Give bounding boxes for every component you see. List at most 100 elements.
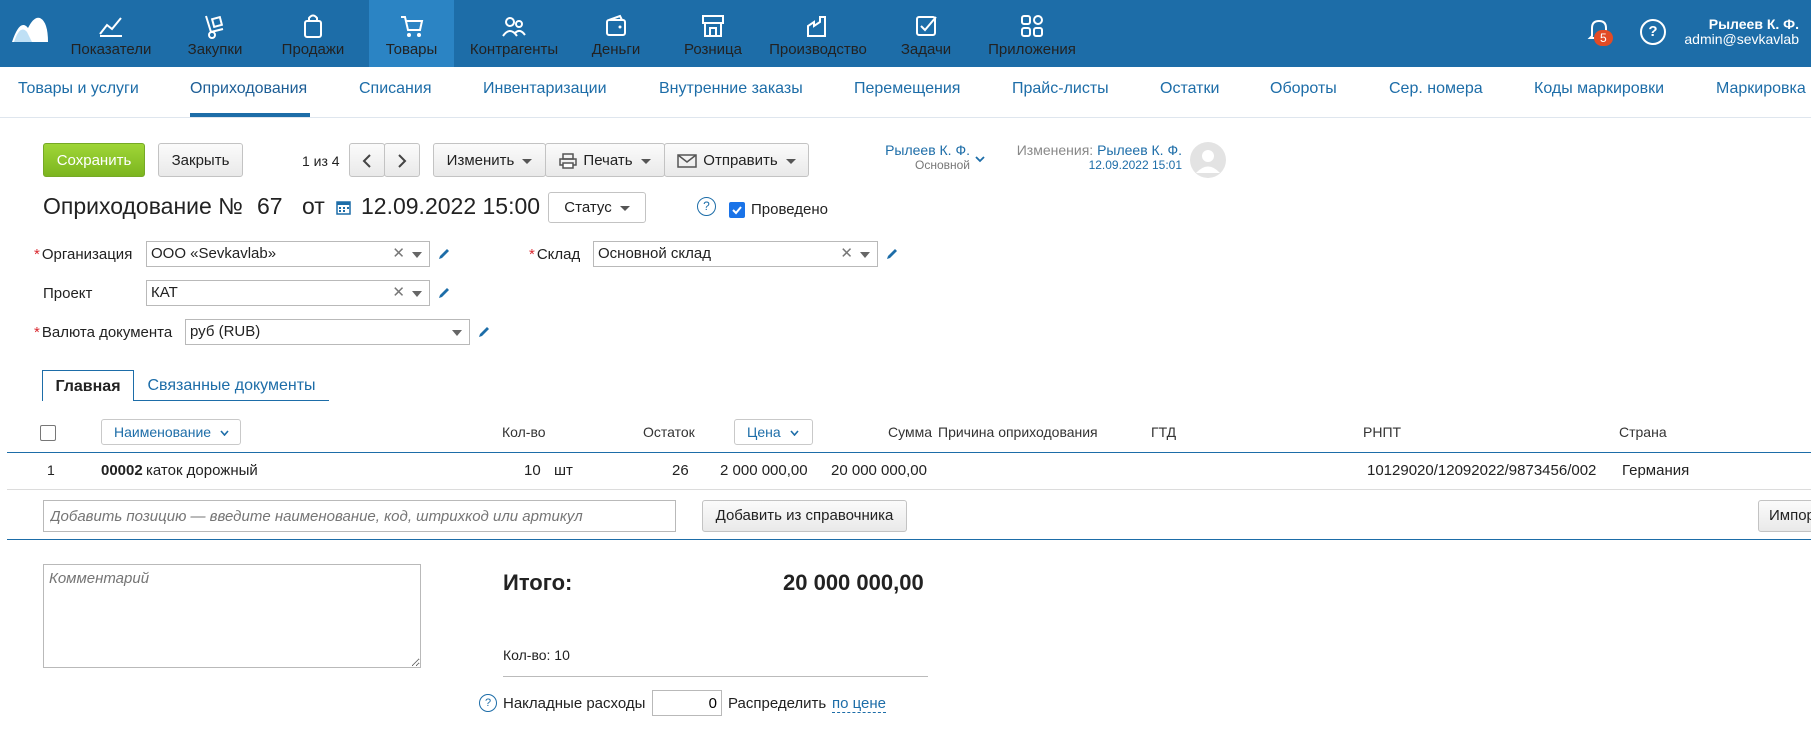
- subnav-stock[interactable]: Остатки: [1160, 80, 1219, 98]
- owner-selector[interactable]: Рылеев К. Ф. Основной: [870, 143, 970, 173]
- subnav-marking[interactable]: Маркировка: [1716, 80, 1806, 98]
- currency-value: руб (RUB): [190, 323, 261, 340]
- store-icon: [702, 15, 724, 37]
- project-label: Проект: [43, 285, 93, 302]
- pencil-icon[interactable]: [885, 247, 899, 261]
- pencil-icon[interactable]: [437, 286, 451, 300]
- print-dropdown-button[interactable]: Печать: [545, 143, 665, 177]
- dropdown-arrow-icon[interactable]: [860, 252, 870, 258]
- pager-text: 1 из 4: [302, 153, 340, 169]
- subnav-price-lists[interactable]: Прайс-листы: [1012, 80, 1109, 98]
- warehouse-select[interactable]: Основной склад ✕: [593, 241, 878, 267]
- status-dropdown[interactable]: Статус: [548, 192, 646, 223]
- column-stock: Остаток: [643, 424, 695, 440]
- dropdown-arrow-icon[interactable]: [412, 291, 422, 297]
- nav-retail[interactable]: Розница: [671, 0, 755, 67]
- prev-button[interactable]: [349, 143, 385, 177]
- chart-line-icon: [99, 17, 122, 37]
- subnav-transfers[interactable]: Перемещения: [854, 80, 960, 98]
- posted-label: Проведено: [751, 201, 828, 218]
- changes-info: Изменения: Рылеев К. Ф. 12.09.2022 15:01: [1000, 143, 1182, 173]
- nav-production[interactable]: Производство: [768, 0, 868, 67]
- comment-textarea[interactable]: [43, 564, 421, 668]
- users-icon: [502, 17, 526, 37]
- clear-icon[interactable]: ✕: [840, 242, 853, 266]
- subnav-internal-orders[interactable]: Внутренние заказы: [659, 80, 803, 98]
- currency-label: * Валюта документа: [34, 324, 173, 341]
- subnav-turnover[interactable]: Обороты: [1270, 80, 1337, 98]
- help-icon[interactable]: ?: [697, 197, 716, 216]
- nav-indicators[interactable]: Показатели: [70, 0, 152, 67]
- send-dropdown-button[interactable]: Отправить: [664, 143, 809, 177]
- subnav-marking-codes[interactable]: Коды маркировки: [1534, 80, 1664, 98]
- nav-money[interactable]: Деньги: [576, 0, 656, 67]
- column-name-sort[interactable]: Наименование: [101, 419, 241, 445]
- org-label: * Организация: [34, 246, 133, 263]
- pencil-icon[interactable]: [437, 247, 451, 261]
- project-select[interactable]: КАТ ✕: [146, 280, 430, 306]
- overhead-input[interactable]: [652, 690, 722, 716]
- shopping-bag-icon: [304, 14, 322, 38]
- row-rnpt[interactable]: 10129020/12092022/9873456/002: [1367, 462, 1596, 479]
- select-all-checkbox[interactable]: [40, 425, 56, 441]
- user-email: admin@sevkavlab: [1684, 31, 1799, 47]
- subnav-inventories[interactable]: Инвентаризации: [483, 80, 607, 98]
- help-icon[interactable]: ?: [1640, 19, 1666, 45]
- calendar-icon[interactable]: [336, 199, 351, 215]
- caret-down-icon: [640, 158, 651, 164]
- document-date[interactable]: 12.09.2022 15:00: [361, 193, 540, 220]
- distribute-by-price-link[interactable]: по цене: [832, 695, 887, 713]
- document-number[interactable]: 67: [257, 193, 283, 220]
- logo-icon[interactable]: [10, 14, 50, 44]
- factory-icon: [807, 16, 826, 37]
- nav-goods[interactable]: Товары: [369, 0, 454, 67]
- chevron-down-icon[interactable]: [975, 155, 985, 163]
- posted-checkbox[interactable]: [729, 202, 745, 218]
- caret-down-icon: [522, 158, 533, 164]
- subnav-receipts[interactable]: Оприходования: [190, 80, 307, 98]
- checkbox-task-icon: [916, 16, 937, 36]
- edit-dropdown-button[interactable]: Изменить: [433, 143, 546, 177]
- changes-user[interactable]: Рылеев К. Ф.: [1097, 142, 1182, 158]
- nav-apps[interactable]: Приложения: [984, 0, 1080, 67]
- envelope-icon: [677, 154, 698, 168]
- save-button[interactable]: Сохранить: [43, 143, 145, 177]
- print-label: Печать: [583, 152, 633, 169]
- avatar: [1190, 142, 1226, 178]
- import-button[interactable]: Импор: [1758, 500, 1811, 532]
- apps-grid-icon: [1021, 15, 1043, 37]
- dropdown-arrow-icon[interactable]: [452, 330, 462, 336]
- user-menu[interactable]: Рылеев К. Ф. admin@sevkavlab: [1684, 17, 1799, 47]
- row-country[interactable]: Германия: [1622, 462, 1689, 479]
- row-qty[interactable]: 10: [524, 462, 541, 479]
- product-name[interactable]: каток дорожный: [146, 462, 258, 479]
- column-price-sort[interactable]: Цена: [734, 419, 813, 445]
- nav-contractors[interactable]: Контрагенты: [468, 0, 560, 67]
- row-price[interactable]: 2 000 000,00: [720, 462, 808, 479]
- dropdown-arrow-icon[interactable]: [412, 252, 422, 258]
- subnav-write-offs[interactable]: Списания: [359, 80, 432, 98]
- org-select[interactable]: ООО «Sevkavlab» ✕: [146, 241, 430, 267]
- clear-icon[interactable]: ✕: [392, 281, 405, 305]
- column-price-label: Цена: [747, 424, 781, 440]
- subnav-goods-services[interactable]: Товары и услуги: [18, 80, 139, 98]
- subnav-serial-numbers[interactable]: Сер. номера: [1389, 80, 1483, 98]
- caret-down-icon: [785, 158, 796, 164]
- help-icon[interactable]: ?: [479, 694, 497, 712]
- add-position-input[interactable]: [43, 500, 676, 532]
- pencil-icon[interactable]: [477, 325, 491, 339]
- currency-select[interactable]: руб (RUB): [185, 319, 470, 345]
- nav-sales[interactable]: Продажи: [272, 0, 354, 67]
- add-from-catalog-button[interactable]: Добавить из справочника: [702, 500, 907, 532]
- nav-purchases[interactable]: Закупки: [176, 0, 254, 67]
- close-button[interactable]: Закрыть: [158, 143, 243, 177]
- tab-related-documents[interactable]: Связанные документы: [134, 370, 329, 401]
- nav-tasks[interactable]: Задачи: [884, 0, 968, 67]
- header-divider: [7, 452, 1811, 453]
- tab-main[interactable]: Главная: [42, 370, 134, 401]
- chevron-right-icon: [398, 154, 407, 168]
- next-button[interactable]: [384, 143, 420, 177]
- nav-label: Контрагенты: [469, 41, 559, 58]
- caret-down-icon: [619, 205, 630, 211]
- clear-icon[interactable]: ✕: [392, 242, 405, 266]
